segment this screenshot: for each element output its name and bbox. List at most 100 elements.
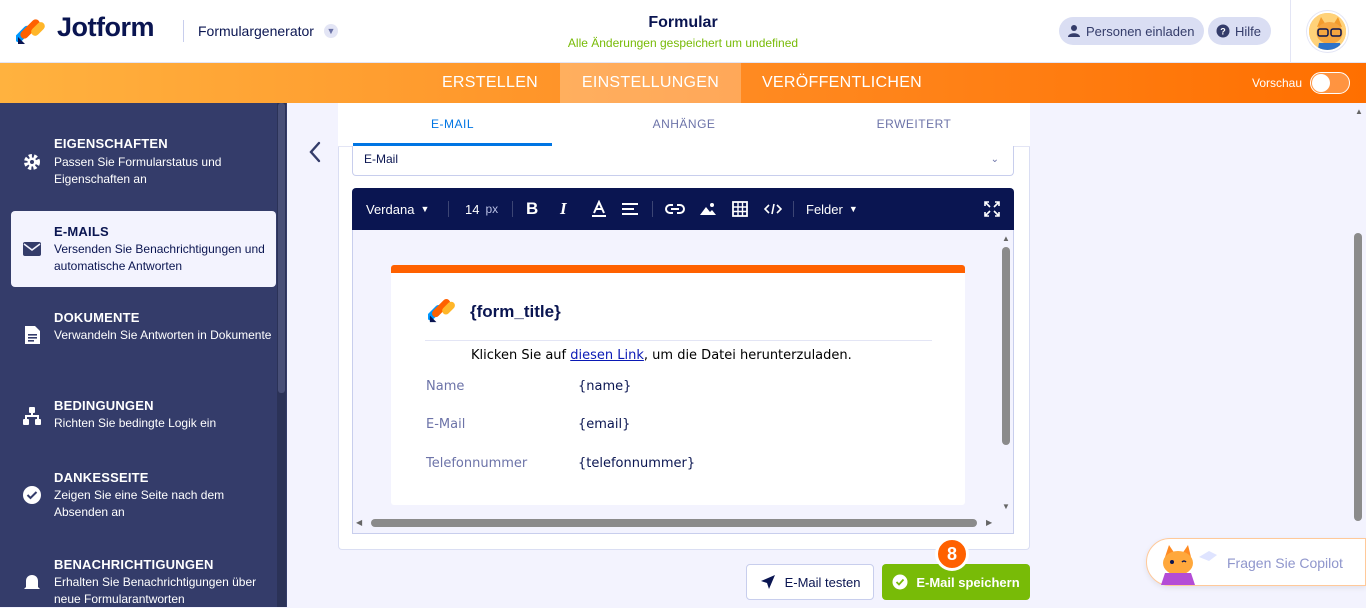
sidebar-item-emails[interactable]: E-MAILS Versenden Sie Benachrichtigungen… [11, 211, 276, 287]
gear-icon [24, 154, 40, 170]
sidebar-item-thankyou[interactable]: DANKESSEITE Zeigen Sie eine Seite nach d… [11, 463, 276, 527]
tab-email[interactable]: E-MAIL [353, 117, 552, 131]
editor-horizontal-scrollbar[interactable]: ◀ ▶ [355, 517, 995, 529]
field-label: Telefonnummer [426, 456, 528, 471]
chevron-down-icon: ▼ [848, 204, 858, 214]
text-color-icon[interactable] [590, 188, 608, 230]
logic-tree-icon [23, 407, 41, 425]
tab-publish[interactable]: VERÖFFENTLICHEN [752, 63, 932, 103]
image-icon[interactable] [699, 188, 717, 230]
avatar[interactable] [1307, 11, 1348, 52]
email-type-select[interactable]: E-Mail ⌄ [352, 146, 1014, 176]
download-link[interactable]: diesen Link [570, 348, 644, 363]
field-value: {name} [578, 379, 632, 394]
copilot-label: Fragen Sie Copilot [1227, 555, 1343, 571]
italic-icon[interactable]: I [560, 188, 567, 230]
field-label: E-Mail [426, 417, 466, 432]
toolbar-divider [652, 201, 653, 217]
field-value: {telefonnummer} [578, 456, 696, 471]
table-icon[interactable] [732, 188, 748, 230]
main-nav-bar: ERSTELLEN EINSTELLUNGEN VERÖFFENTLICHEN … [0, 63, 1366, 103]
sidebar-item-documents[interactable]: DOKUMENTE Verwandeln Sie Antworten in Do… [11, 303, 276, 367]
copilot-button[interactable]: Fragen Sie Copilot [1146, 538, 1366, 586]
email-text-before: Klicken Sie auf [471, 348, 571, 363]
page-scrollbar[interactable]: ▲ [1352, 103, 1366, 607]
scroll-left-icon[interactable]: ◀ [356, 518, 362, 527]
svg-text:?: ? [1220, 27, 1226, 37]
sidebar-item-conditions[interactable]: BEDINGUNGEN Richten Sie bedingte Logik e… [11, 391, 276, 441]
help-button[interactable]: ? Hilfe [1208, 17, 1272, 45]
check-circle-icon [892, 574, 908, 590]
font-size-value: 14 [465, 201, 480, 217]
step-badge: 8 [935, 537, 969, 571]
toolbar-divider [448, 201, 449, 217]
sidebar-item-title: BENACHRICHTIGUNGEN [54, 557, 214, 572]
chevron-left-icon[interactable] [306, 140, 324, 164]
email-tabs: E-MAIL ANHÄNGE ERWEITERT [338, 103, 1030, 147]
sidebar-item-title: DOKUMENTE [54, 310, 140, 325]
tab-advanced[interactable]: ERWEITERT [814, 117, 1014, 131]
copilot-cat-icon [1161, 545, 1217, 585]
fullscreen-icon[interactable] [984, 188, 1000, 230]
align-icon[interactable] [622, 188, 638, 230]
scrollbar-thumb[interactable] [371, 519, 977, 527]
field-value: {email} [578, 417, 631, 432]
sidebar-item-desc: Passen Sie Formularstatus und Eigenschaf… [54, 155, 222, 186]
bold-icon[interactable]: B [526, 188, 538, 230]
top-bar: Jotform Formulargenerator ▼ Formular All… [0, 0, 1366, 63]
chevron-down-icon: ▼ [420, 204, 430, 214]
font-family-value: Verdana [366, 201, 415, 217]
email-editor[interactable]: {form_title} Klicken Sie auf diesen Link… [352, 230, 1014, 534]
email-body-text: Klicken Sie auf diesen Link, um die Date… [471, 348, 852, 363]
sidebar-item-title: E-MAILS [54, 224, 109, 239]
tab-attachments[interactable]: ANHÄNGE [584, 117, 784, 131]
email-title: {form_title} [470, 302, 561, 321]
invite-people-button[interactable]: Personen einladen [1059, 17, 1205, 45]
person-icon [1068, 25, 1080, 37]
scrollbar-thumb[interactable] [278, 103, 285, 393]
editor-toolbar: Verdana ▼ 14 px B I Felder ▼ [352, 188, 1014, 230]
sidebar-item-title: EIGENSCHAFTEN [54, 136, 168, 151]
sidebar-item-properties[interactable]: EIGENSCHAFTEN Passen Sie Formularstatus … [11, 127, 276, 191]
sidebar-item-desc: Zeigen Sie eine Seite nach dem Absenden … [54, 488, 225, 519]
sidebar-item-desc: Erhalten Sie Benachrichtigungen über neu… [54, 575, 257, 606]
scroll-up-icon[interactable]: ▲ [1002, 234, 1010, 243]
scroll-right-icon[interactable]: ▶ [986, 518, 992, 527]
settings-sidebar: EIGENSCHAFTEN Passen Sie Formularstatus … [0, 103, 287, 607]
scroll-up-icon[interactable]: ▲ [1355, 107, 1363, 116]
check-circle-icon [23, 486, 41, 504]
scrollbar-thumb[interactable] [1002, 247, 1010, 445]
tab-settings[interactable]: EINSTELLUNGEN [560, 63, 741, 103]
select-value: E-Mail [364, 152, 399, 166]
preview-label: Vorschau [1252, 76, 1303, 90]
scrollbar-thumb[interactable] [1354, 233, 1362, 521]
font-size-input[interactable]: 14 px [465, 188, 498, 230]
editor-vertical-scrollbar[interactable]: ▲ ▼ [1001, 234, 1011, 514]
divider [1290, 0, 1291, 63]
preview-toggle[interactable] [1310, 72, 1350, 94]
sidebar-scrollbar[interactable] [277, 103, 286, 607]
sidebar-item-desc: Verwandeln Sie Antworten in Dokumente [54, 328, 272, 342]
help-label: Hilfe [1235, 23, 1262, 39]
code-icon[interactable] [764, 188, 782, 230]
email-text-after: , um die Datei herunterzuladen. [643, 348, 852, 363]
font-family-dropdown[interactable]: Verdana ▼ [366, 188, 429, 230]
sidebar-item-title: DANKESSEITE [54, 470, 149, 485]
help-icon: ? [1216, 24, 1230, 38]
sidebar-item-desc: Richten Sie bedingte Logik ein [54, 416, 217, 430]
sidebar-item-desc: Versenden Sie Benachrichtigungen und aut… [54, 242, 265, 273]
email-preview[interactable]: {form_title} Klicken Sie auf diesen Link… [391, 265, 965, 505]
test-email-button[interactable]: E-Mail testen [746, 564, 874, 600]
scroll-down-icon[interactable]: ▼ [1002, 502, 1010, 511]
sidebar-item-notifications[interactable]: BENACHRICHTIGUNGEN Erhalten Sie Benachri… [11, 550, 276, 607]
test-email-label: E-Mail testen [784, 574, 861, 590]
divider [425, 340, 932, 341]
bell-icon [24, 575, 40, 589]
envelope-icon [23, 242, 41, 256]
tab-build[interactable]: ERSTELLEN [430, 63, 550, 103]
field-label: Name [426, 379, 465, 394]
fields-label: Felder [806, 201, 843, 217]
link-icon[interactable] [665, 188, 685, 230]
toolbar-divider [512, 201, 513, 217]
fields-dropdown[interactable]: Felder ▼ [806, 188, 858, 230]
